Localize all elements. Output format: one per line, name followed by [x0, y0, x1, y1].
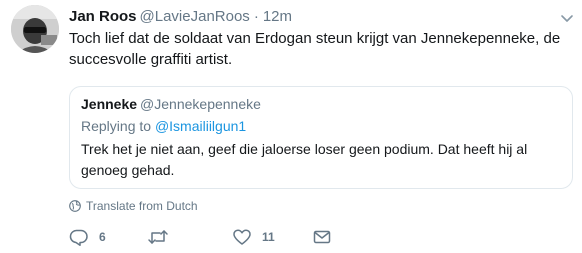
tweet-text: Toch lief dat de soldaat van Erdogan ste…	[69, 28, 569, 70]
envelope-icon	[313, 230, 331, 244]
quoted-text-line: genoeg gehad.	[81, 162, 175, 178]
translate-label: Translate from Dutch	[86, 199, 198, 213]
timestamp[interactable]: 12m	[263, 8, 292, 25]
tweet-text-line: succesvolle graffiti artist.	[69, 51, 233, 68]
direct-message-button[interactable]	[312, 226, 332, 248]
translate-link[interactable]: Translate from Dutch	[69, 198, 198, 214]
avatar-image	[11, 5, 59, 53]
reply-icon	[69, 229, 88, 246]
tweet-header: Jan Roos @LavieJanRoos · 12m	[69, 7, 292, 26]
replying-handle-link[interactable]: @Ismailiilgun1	[155, 118, 246, 134]
quoted-tweet-text: Trek het je niet aan, geef die jaloerse …	[81, 139, 561, 181]
caret-down-icon[interactable]	[560, 11, 574, 22]
author-name[interactable]: Jan Roos	[69, 8, 137, 25]
retweet-button[interactable]	[147, 226, 179, 248]
quoted-tweet[interactable]: Jenneke @Jennekepenneke Replying to @Isma…	[69, 86, 573, 189]
replying-prefix: Replying to	[81, 118, 152, 134]
quoted-author-name: Jenneke	[81, 96, 138, 112]
quoted-text-line: Trek het je niet aan, geef die jaloerse …	[81, 141, 528, 157]
quoted-author-handle: @Jennekepenneke	[140, 96, 261, 112]
retweet-icon	[148, 230, 168, 244]
heart-icon	[233, 229, 251, 245]
avatar[interactable]	[11, 5, 59, 53]
reply-button[interactable]: 6	[69, 226, 106, 248]
tweet-text-line: Toch lief dat de soldaat van Erdogan ste…	[69, 30, 561, 47]
replying-to: Replying to @Ismailiilgun1	[81, 117, 246, 135]
tweet-actions: 6 11	[69, 226, 569, 248]
globe-icon	[69, 200, 81, 212]
like-button[interactable]: 11	[232, 226, 275, 248]
quoted-author: Jenneke @Jennekepenneke	[81, 95, 261, 113]
author-handle[interactable]: @LavieJanRoos	[140, 8, 250, 25]
separator-dot: ·	[253, 8, 259, 25]
tweet-card[interactable]: Jan Roos @LavieJanRoos · 12m Toch lief dat …	[0, 0, 582, 253]
reply-count: 6	[99, 230, 106, 244]
like-count: 11	[262, 230, 275, 244]
